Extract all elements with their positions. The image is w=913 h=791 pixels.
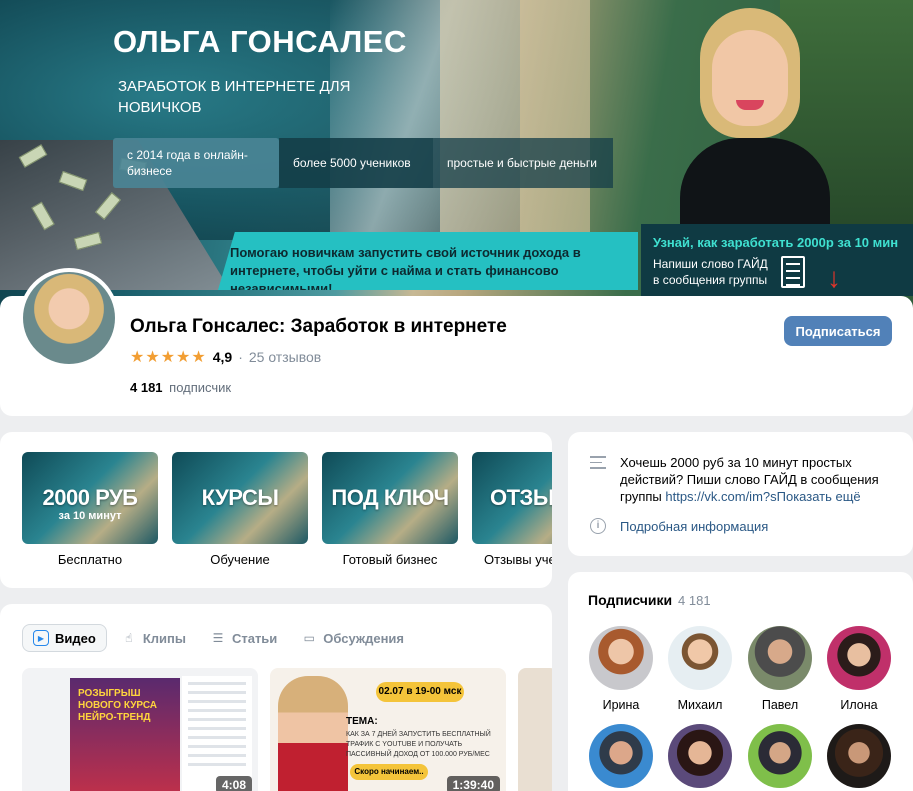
subscriber-count[interactable]: 4 181 подписчик [130, 380, 231, 395]
cover-title: ОЛЬГА ГОНСАЛЕС [113, 24, 407, 59]
profile-card: Ольга Гонсалес: Заработок в интернете ★★… [0, 268, 913, 416]
followers-card: Подписчики 4 181 Ирина Михаил Павел Илон… [568, 572, 913, 791]
follower-avatar [668, 724, 732, 788]
show-more-link[interactable]: Показать ещё [777, 489, 861, 504]
followers-header[interactable]: Подписчики 4 181 [588, 592, 711, 608]
link-caption: Готовый бизнес [342, 552, 438, 567]
details-link[interactable]: Подробная информация [620, 519, 768, 534]
link-tile[interactable]: 2000 РУБ за 10 минут Бесплатно [22, 452, 158, 567]
video-thumbnail[interactable]: РОЗЫГРЫШ НОВОГО КУРСА НЕЙРО-ТРЕНД 4:08 [22, 668, 258, 791]
subscribe-button[interactable]: Подписаться [784, 316, 892, 346]
separator-dot: · [238, 349, 243, 365]
video-description: КАК ЗА 7 ДНЕЙ ЗАПУСТИТЬ БЕСПЛАТНЫЙ ТРАФИ… [346, 731, 491, 758]
strip-item: более 5000 учеников [279, 138, 433, 188]
video-thumbnail[interactable] [518, 668, 552, 791]
description-icon [590, 456, 606, 473]
cover-banner: Помогаю новичкам запустить свой источник… [218, 232, 638, 290]
content-card: ▶ Видео ☝ Клипы ☰ Статьи ▭ Обсуждения РОЗЫГР… [0, 604, 552, 791]
link-image: ОТЗЫ [472, 452, 552, 544]
links-card: 2000 РУБ за 10 минут Бесплатно КУРСЫ Обуч… [0, 432, 552, 588]
link-tile[interactable]: КУРСЫ Обучение [172, 452, 308, 567]
rating-stars: ★★★★★ [130, 349, 207, 366]
follower-avatar [668, 626, 732, 690]
video-duration: 4:08 [215, 776, 252, 791]
document-icon [781, 256, 805, 288]
clips-icon: ☝ [125, 631, 133, 645]
strip-item: простые и быстрые деньги [433, 138, 613, 188]
followers-count: 4 181 [678, 593, 711, 608]
strip-item: с 2014 года в онлайн-бизнесе [113, 138, 279, 188]
group-description: Хочешь 2000 руб за 10 минут простых дейс… [620, 455, 879, 504]
follower-avatar [589, 626, 653, 690]
link-caption: Обучение [210, 552, 270, 567]
guide-text: Напиши слово ГАЙД в сообщения группы [653, 257, 768, 287]
link-image: ПОД КЛЮЧ [322, 452, 458, 544]
cover-subtitle: ЗАРАБОТОК В ИНТЕРНЕТЕ ДЛЯ НОВИЧКОВ [118, 78, 351, 116]
cover-portrait [680, 8, 830, 228]
follower[interactable]: Илона [826, 626, 892, 712]
description-link[interactable]: https://vk.com/im?s [665, 489, 776, 504]
link-image: КУРСЫ [172, 452, 308, 544]
video-topic-label: ТЕМА: [346, 716, 378, 727]
video-duration: 1:39:40 [446, 776, 500, 791]
tab-discussions[interactable]: ▭ Обсуждения [291, 624, 414, 652]
link-tile[interactable]: ОТЗЫ Отзывы уче [472, 452, 552, 567]
link-caption: Бесплатно [57, 552, 123, 567]
group-name: Ольга Гонсалес: Заработок в интернете [130, 316, 507, 337]
guide-box: Узнай, как заработать 2000р за 10 мин На… [641, 224, 913, 296]
follower-name: Михаил [677, 698, 723, 712]
follower-avatar [748, 626, 812, 690]
tab-video[interactable]: ▶ Видео [22, 624, 107, 652]
follower-name: Павел [761, 698, 799, 712]
video-thumbnail[interactable]: 02.07 в 19-00 мск ТЕМА: КАК ЗА 7 ДНЕЙ ЗА… [270, 668, 506, 791]
follower[interactable]: Михаил [667, 626, 733, 712]
articles-icon: ☰ [212, 631, 224, 645]
content-tabs: ▶ Видео ☝ Клипы ☰ Статьи ▭ Обсуждения [22, 624, 418, 652]
follower[interactable] [747, 724, 813, 788]
discussions-icon: ▭ [303, 631, 315, 645]
link-caption: Отзывы уче [484, 552, 552, 567]
arrow-down-icon: ↓ [827, 262, 841, 293]
follower-name: Илона [840, 698, 878, 712]
video-soon-label: Скоро начинаем.. [350, 764, 428, 780]
subscriber-number: 4 181 [130, 380, 163, 395]
tab-articles[interactable]: ☰ Статьи [200, 624, 287, 652]
cover-sand [440, 0, 590, 240]
info-icon: i [590, 518, 606, 534]
link-image: 2000 РУБ за 10 минут [22, 452, 158, 544]
info-card: Хочешь 2000 руб за 10 минут простых дейс… [568, 432, 913, 556]
video-icon: ▶ [33, 630, 49, 646]
group-cover: ОЛЬГА ГОНСАЛЕС ЗАРАБОТОК В ИНТЕРНЕТЕ ДЛЯ… [0, 0, 913, 310]
banner-text: Помогаю новичкам запустить свой источник… [230, 245, 581, 296]
follower-avatar [827, 626, 891, 690]
group-avatar[interactable] [19, 268, 119, 368]
guide-title: Узнай, как заработать 2000р за 10 мин [653, 235, 899, 250]
link-tile[interactable]: ПОД КЛЮЧ Готовый бизнес [322, 452, 458, 567]
subscriber-label: подписчик [169, 380, 232, 395]
follower[interactable] [588, 724, 654, 788]
follower[interactable] [667, 724, 733, 788]
follower[interactable]: Ирина [588, 626, 654, 712]
cover-strip: с 2014 года в онлайн-бизнесе более 5000 … [113, 138, 613, 188]
follower-name: Ирина [602, 698, 640, 712]
follower[interactable]: Павел [747, 626, 813, 712]
follower-avatar [827, 724, 891, 788]
follower[interactable] [826, 724, 892, 788]
reviews-link[interactable]: 25 отзывов [249, 349, 321, 365]
follower-avatar [589, 724, 653, 788]
rating-value: 4,9 [212, 349, 233, 365]
rating[interactable]: ★★★★★ 4,9 · 25 отзывов [130, 347, 321, 367]
video-date: 02.07 в 19-00 мск [376, 682, 464, 702]
follower-avatar [748, 724, 812, 788]
tab-clips[interactable]: ☝ Клипы [111, 624, 196, 652]
